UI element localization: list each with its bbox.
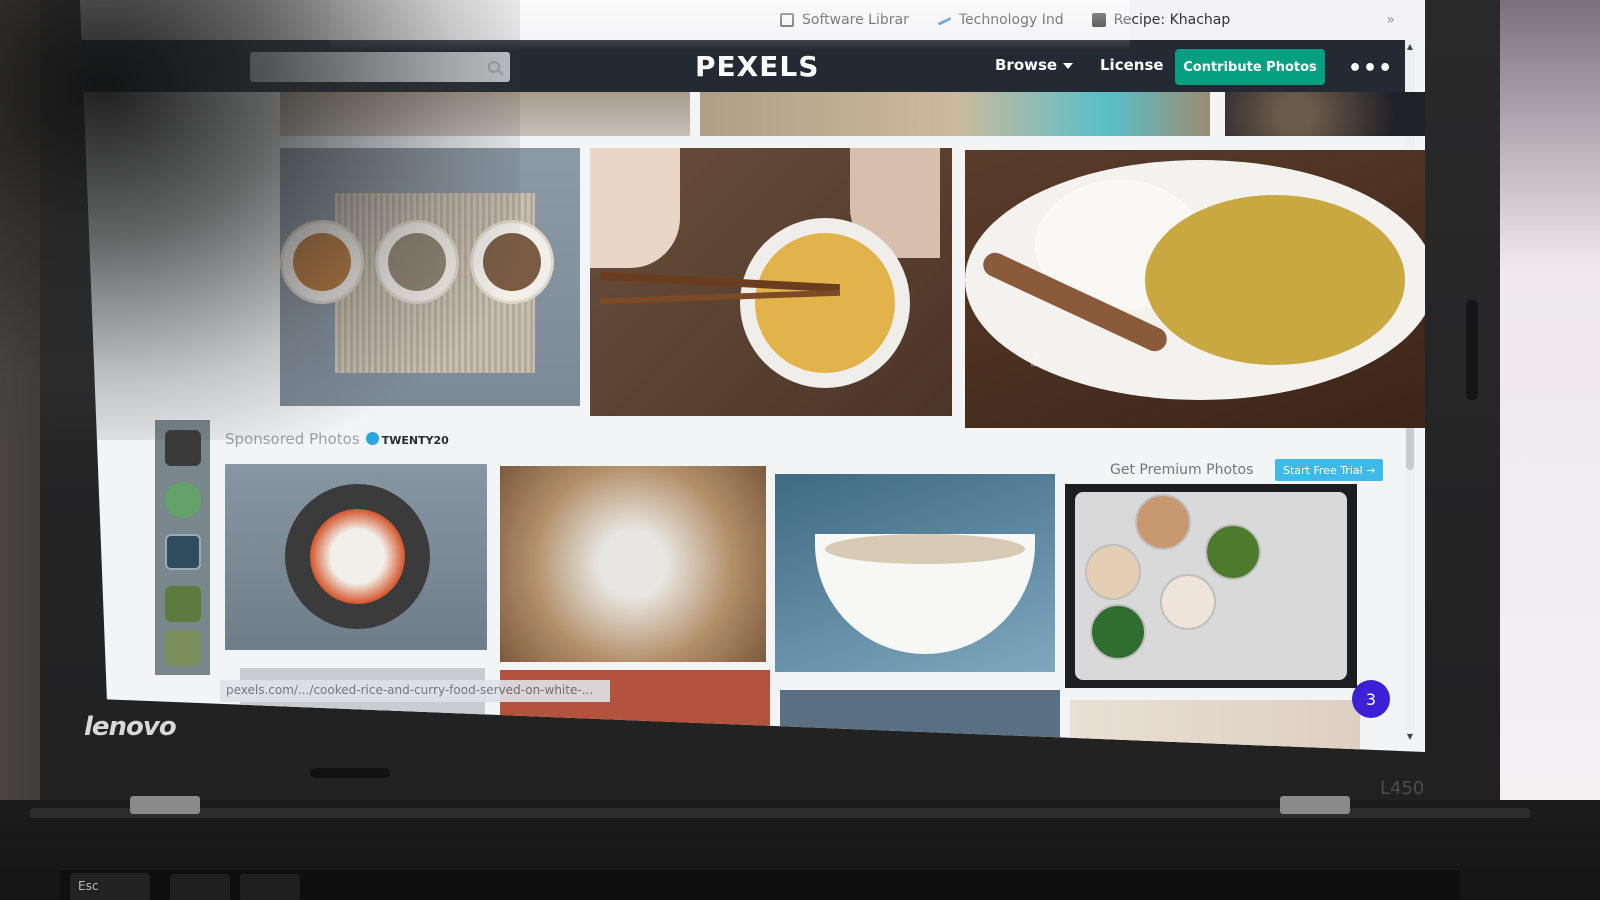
os-dock	[155, 420, 210, 675]
sponsored-photo[interactable]	[225, 464, 487, 650]
twenty20-logo-icon	[365, 432, 379, 445]
hand-cursor-icon: ☝	[1030, 350, 1041, 371]
app-icon[interactable]	[165, 534, 201, 570]
bookmarks-more-icon[interactable]: »	[1386, 12, 1395, 28]
app-icon[interactable]	[165, 630, 201, 666]
model-label: L450	[1380, 778, 1425, 799]
bookmark-label: Technology Ind	[958, 12, 1064, 28]
pexels-logo[interactable]: PEXELS	[695, 50, 819, 83]
top-navigation: PEXELS Browse License Contribute Photos …	[80, 40, 1405, 92]
sponsored-photo[interactable]	[500, 466, 766, 662]
laptop-screen: Software Librar Technology Ind Recipe: K…	[80, 0, 1425, 752]
hinge	[1280, 796, 1350, 814]
photo-detail	[825, 534, 1025, 564]
search-icon[interactable]	[488, 61, 500, 73]
bookmarks-bar: Software Librar Technology Ind Recipe: K…	[80, 0, 1425, 40]
sponsored-photo[interactable]	[1065, 484, 1357, 688]
photo-detail	[1145, 195, 1405, 365]
function-key[interactable]	[170, 874, 230, 900]
photo-tile[interactable]	[1225, 92, 1425, 136]
app-icon[interactable]	[165, 586, 201, 622]
bookmark-technology[interactable]: Technology Ind	[936, 12, 1064, 28]
photo-detail	[1090, 604, 1146, 660]
scroll-up-arrow-icon[interactable]: ▲	[1407, 42, 1413, 51]
photo-curry-bowl[interactable]	[590, 148, 952, 416]
hinge	[130, 796, 200, 814]
esc-key[interactable]: Esc	[70, 873, 150, 900]
photo-spices[interactable]	[280, 148, 580, 406]
sponsored-heading: Sponsored Photos TWENTY20	[225, 430, 449, 448]
status-bar-url: pexels.com/.../cooked-rice-and-curry-foo…	[220, 680, 610, 702]
bookmark-label: Software Librar	[802, 12, 909, 28]
search-input[interactable]	[268, 53, 488, 81]
notification-badge[interactable]: 3	[1352, 680, 1390, 718]
photo-detail	[590, 148, 680, 268]
more-options-icon[interactable]: •••	[1348, 56, 1393, 81]
photo-tile[interactable]	[280, 92, 690, 136]
document-icon	[780, 13, 794, 27]
photo-detail	[1135, 494, 1191, 550]
bookmark-recipe[interactable]: Recipe: Khachap	[1091, 12, 1231, 28]
lenovo-logo: lenovo	[84, 712, 177, 742]
photo-detail	[280, 220, 364, 304]
photo-detail	[755, 233, 895, 373]
photo-detail	[375, 220, 459, 304]
app-icon[interactable]	[165, 482, 201, 518]
speaker-grille	[310, 768, 390, 778]
photo-tile[interactable]	[700, 92, 1210, 136]
photo-detail	[1085, 544, 1141, 600]
search-box[interactable]	[250, 52, 510, 82]
chevron-down-icon	[1063, 62, 1074, 69]
start-free-trial-button[interactable]: Start Free Trial →	[1275, 459, 1384, 481]
laptop-latch	[1466, 300, 1478, 400]
tech-icon	[936, 14, 952, 26]
recipe-icon	[1091, 13, 1106, 27]
photo-rice-curry[interactable]: ☝ ♡	[965, 150, 1425, 428]
photo-detail	[1205, 524, 1261, 580]
scroll-down-arrow-icon[interactable]: ▼	[1407, 732, 1413, 741]
terminal-icon[interactable]	[165, 430, 201, 466]
premium-photos-label: Get Premium Photos	[1110, 462, 1254, 478]
browse-menu[interactable]: Browse	[995, 56, 1074, 74]
browse-label: Browse	[995, 56, 1058, 74]
function-key[interactable]	[240, 874, 300, 900]
bookmark-software-library[interactable]: Software Librar	[780, 12, 909, 28]
sponsored-label: Sponsored Photos	[225, 430, 360, 448]
photo-detail	[1160, 574, 1216, 630]
photo-detail	[310, 509, 405, 604]
contribute-photos-button[interactable]: Contribute Photos	[1175, 49, 1325, 85]
sponsored-photo[interactable]	[775, 474, 1055, 672]
sponsor-brand[interactable]: TWENTY20	[382, 434, 449, 447]
license-link[interactable]: License	[1100, 56, 1164, 74]
bookmark-label: Recipe: Khachap	[1113, 12, 1231, 28]
room-wall	[1490, 0, 1600, 900]
photo-detail	[470, 220, 554, 304]
